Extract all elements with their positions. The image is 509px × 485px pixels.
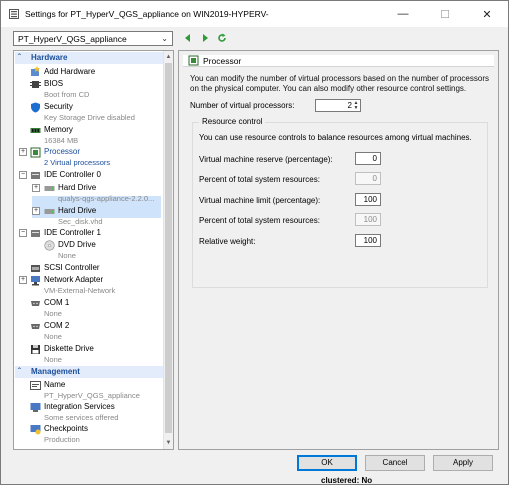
- memory-icon: [30, 128, 41, 133]
- processor-panel-title: Processor: [203, 56, 242, 66]
- tree-item-name[interactable]: Name PT_HyperV_QGS_appliance: [44, 380, 140, 400]
- tree-item-dvd-drive[interactable]: DVD Drive None: [58, 240, 96, 260]
- shield-icon: [31, 102, 40, 113]
- processor-description: You can modify the number of virtual pro…: [190, 74, 489, 93]
- collapse-icon: ˆ: [18, 367, 21, 376]
- hardware-header-label: Hardware: [31, 53, 68, 62]
- tree-scroll-thumb[interactable]: [165, 63, 172, 433]
- tree-item-com1[interactable]: COM 1 None: [44, 298, 69, 318]
- ok-button[interactable]: OK: [297, 455, 357, 471]
- resource-control-description: You can use resource controls to balance…: [199, 133, 472, 142]
- bios-chip-icon: [30, 81, 41, 88]
- collapse-ide1-icon[interactable]: −: [19, 229, 27, 237]
- limit-label: Virtual machine limit (percentage):: [199, 196, 321, 205]
- processor-panel-header: Processor: [183, 55, 494, 67]
- ide-controller-icon: [31, 172, 40, 179]
- dvd-disc-icon: [44, 240, 55, 251]
- apply-button[interactable]: Apply: [433, 455, 493, 471]
- expand-network-icon[interactable]: +: [19, 276, 27, 284]
- expand-hdd2-icon[interactable]: +: [32, 207, 40, 215]
- tree-item-scsi-controller[interactable]: SCSI Controller: [44, 263, 100, 272]
- vm-selector-dropdown[interactable]: PT_HyperV_QGS_appliance ⌄: [13, 31, 173, 46]
- checkpoints-icon: [30, 425, 41, 435]
- window-title: Settings for PT_HyperV_QGS_appliance on …: [25, 9, 269, 19]
- com-port-icon: [31, 324, 40, 329]
- tree-item-com2[interactable]: COM 2 None: [44, 321, 69, 341]
- tree-item-security[interactable]: Security Key Storage Drive disabled: [44, 102, 135, 122]
- num-vcpu-value: 2: [347, 101, 352, 110]
- hardware-section-header[interactable]: ˆ Hardware: [15, 52, 164, 64]
- close-button[interactable]: ✕: [466, 1, 508, 27]
- back-arrow-icon: [185, 34, 190, 42]
- tree-item-integration-services[interactable]: Integration Services Some services offere…: [44, 402, 118, 422]
- title-bar: Settings for PT_HyperV_QGS_appliance on …: [1, 1, 508, 27]
- tree-item-diskette-drive[interactable]: Diskette Drive None: [44, 344, 94, 364]
- num-vcpu-label: Number of virtual processors:: [190, 101, 295, 110]
- diskette-icon: [31, 345, 40, 354]
- add-hardware-icon: [31, 66, 40, 76]
- com-port-icon: [31, 301, 40, 306]
- ide-controller-icon: [31, 230, 40, 237]
- hard-drive-icon: [44, 209, 55, 214]
- tree-item-ide-controller-1[interactable]: IDE Controller 1: [44, 228, 101, 237]
- settings-tree: ˆ Hardware Add Hardware BIOS Boot from CD…: [13, 50, 174, 450]
- expand-hdd1-icon[interactable]: +: [32, 184, 40, 192]
- tree-item-memory[interactable]: Memory 16384 MB: [44, 125, 78, 145]
- weight-label: Relative weight:: [199, 237, 256, 246]
- network-adapter-icon: [31, 276, 40, 286]
- collapse-icon: ˆ: [18, 53, 21, 62]
- settings-app-icon: [9, 9, 19, 19]
- name-tag-icon: [30, 381, 41, 390]
- tree-item-add-hardware[interactable]: Add Hardware: [44, 67, 95, 76]
- tree-item-checkpoints[interactable]: Checkpoints Production: [44, 424, 88, 444]
- tree-item-hard-drive-2[interactable]: Hard Drive Sec_disk.vhd: [58, 206, 103, 226]
- forward-arrow-icon: [203, 34, 208, 42]
- expand-processor-icon[interactable]: +: [19, 148, 27, 156]
- close-icon: ✕: [482, 8, 492, 21]
- scsi-controller-icon: [31, 265, 40, 272]
- settings-window: Settings for PT_HyperV_QGS_appliance on …: [0, 0, 509, 485]
- reserve-percent-label: Percent of total system resources:: [199, 175, 320, 184]
- reserve-input[interactable]: 0: [355, 152, 381, 165]
- tree-item-processor[interactable]: Processor 2 Virtual processors: [44, 147, 110, 167]
- chevron-down-icon: ⌄: [161, 34, 168, 43]
- limit-percent-field: 100: [355, 213, 381, 226]
- resource-control-title: Resource control: [199, 117, 266, 126]
- refresh-icon: [218, 33, 226, 42]
- tree-item-hard-drive-1[interactable]: Hard Drive qualys-qgs-appliance-2.2.0...: [58, 183, 154, 203]
- management-header-label: Management: [31, 367, 80, 376]
- minimize-icon: —: [397, 8, 409, 20]
- resource-control-group: Resource control You can use resource co…: [192, 117, 488, 288]
- background-window-text: clustered: No: [321, 476, 373, 485]
- reserve-percent-field: 0: [355, 172, 381, 185]
- limit-input[interactable]: 100: [355, 193, 381, 206]
- scroll-down-icon[interactable]: ▼: [164, 438, 173, 448]
- tree-scrollbar[interactable]: ▲ ▼: [163, 51, 173, 449]
- collapse-ide0-icon[interactable]: −: [19, 171, 27, 179]
- maximize-button[interactable]: ☐: [424, 1, 466, 27]
- processor-settings-panel: Processor You can modify the number of v…: [178, 50, 499, 450]
- scroll-up-icon[interactable]: ▲: [164, 52, 173, 62]
- limit-percent-label: Percent of total system resources:: [199, 216, 320, 225]
- processor-icon: [30, 147, 41, 158]
- cancel-button[interactable]: Cancel: [365, 455, 425, 471]
- vm-selector-value: PT_HyperV_QGS_appliance: [18, 34, 127, 44]
- tree-item-ide-controller-0[interactable]: IDE Controller 0: [44, 170, 101, 179]
- reserve-label: Virtual machine reserve (percentage):: [199, 155, 333, 164]
- hard-drive-icon: [44, 186, 55, 191]
- tree-item-network-adapter[interactable]: Network Adapter VM-External-Network: [44, 275, 115, 295]
- weight-input[interactable]: 100: [355, 234, 381, 247]
- management-section-header[interactable]: ˆ Management: [15, 366, 164, 378]
- tree-item-bios[interactable]: BIOS Boot from CD: [44, 79, 89, 99]
- forward-button[interactable]: [198, 31, 212, 45]
- maximize-icon: ☐: [440, 8, 450, 21]
- num-vcpu-stepper[interactable]: 2 ▲ ▼: [315, 99, 361, 112]
- refresh-button[interactable]: [215, 31, 229, 45]
- integration-services-icon: [30, 403, 41, 412]
- processor-icon: [188, 55, 199, 66]
- back-button[interactable]: [181, 31, 195, 45]
- spin-down-icon[interactable]: ▼: [353, 106, 359, 111]
- minimize-button[interactable]: —: [382, 1, 424, 27]
